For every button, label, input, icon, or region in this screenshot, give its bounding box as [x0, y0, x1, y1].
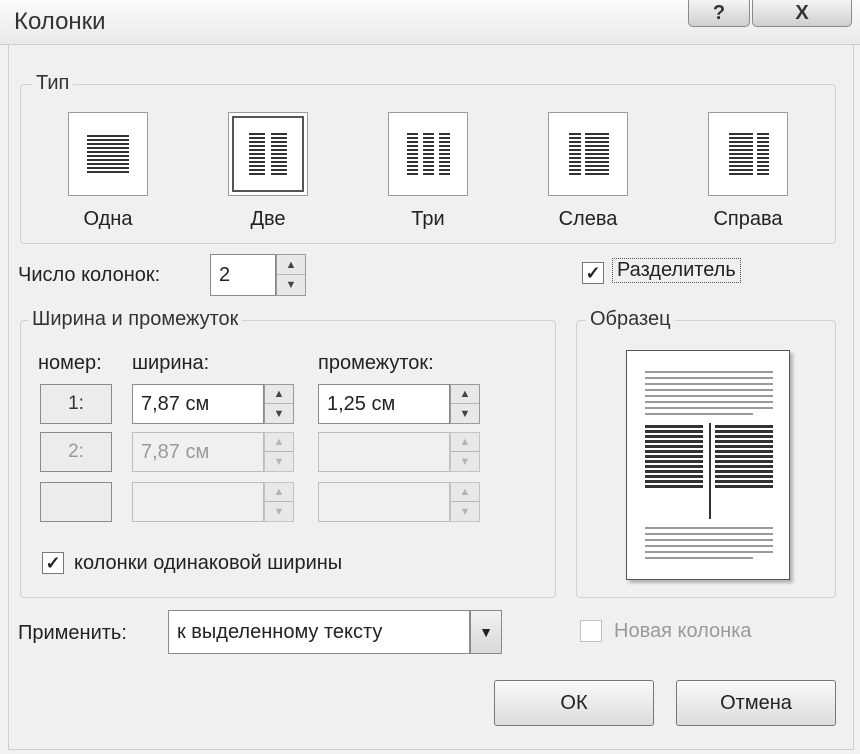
ok-button[interactable]: ОК [494, 680, 654, 726]
column-1-spacing-stepper[interactable]: ▲ ▼ [450, 384, 480, 424]
spin-up-icon: ▲ [265, 433, 293, 452]
preset-three-label: Три [411, 208, 445, 230]
new-column-label: Новая колонка [614, 620, 752, 642]
window-title: Колонки [14, 8, 106, 35]
columns-count-label: Число колонок: [18, 264, 161, 286]
preset-two-icon [249, 133, 265, 177]
spin-down-icon: ▼ [273, 505, 285, 518]
chevron-down-icon: ▼ [479, 624, 493, 640]
column-1-spacing-input[interactable]: 1,25 см [318, 384, 450, 424]
spin-down-icon[interactable]: ▼ [277, 275, 305, 295]
new-column-checkbox [580, 620, 602, 642]
column-3-spacing-stepper: ▲ ▼ [450, 482, 480, 522]
width-spacing-legend: Ширина и промежуток [28, 308, 243, 331]
help-icon: ? [712, 1, 726, 24]
spin-down-icon[interactable]: ▼ [265, 404, 293, 423]
columns-count-stepper[interactable]: ▲ ▼ [276, 254, 306, 296]
preset-three-icon [407, 133, 418, 177]
column-2-width-input: 7,87 см [132, 432, 264, 472]
separator-label: Разделитель [612, 258, 741, 283]
column-2-spacing-stepper: ▲ ▼ [450, 432, 480, 472]
sample-separator-line [709, 423, 711, 519]
number-header: номер: [38, 352, 102, 374]
spin-up-icon: ▲ [451, 483, 479, 502]
preset-left-label: Слева [558, 208, 618, 230]
equal-width-label: колонки одинаковой ширины [74, 552, 343, 574]
column-number-3 [40, 482, 112, 522]
column-number-1: 1: [40, 384, 112, 424]
preset-one[interactable] [68, 112, 148, 196]
column-3-width-input [132, 482, 264, 522]
spin-up-icon: ▲ [265, 483, 293, 502]
preset-one-icon [87, 135, 129, 175]
spin-up-icon[interactable]: ▲ [277, 255, 305, 275]
apply-dropdown-button[interactable]: ▼ [470, 610, 502, 654]
help-button[interactable]: ? [688, 0, 750, 27]
preset-left-icon [569, 133, 581, 177]
column-3-width-stepper: ▲ ▼ [264, 482, 294, 522]
spin-down-icon: ▼ [459, 455, 471, 468]
apply-select[interactable]: к выделенному тексту [168, 610, 470, 654]
columns-count-input[interactable]: 2 [210, 254, 276, 296]
spin-up-icon[interactable]: ▲ [265, 385, 293, 404]
spin-down-icon: ▼ [459, 505, 471, 518]
preset-right-label: Справа [713, 208, 783, 230]
preset-left[interactable] [548, 112, 628, 196]
column-2-width-stepper: ▲ ▼ [264, 432, 294, 472]
preset-right-icon [729, 133, 753, 177]
check-icon: ✓ [45, 552, 61, 573]
preset-one-label: Одна [83, 208, 133, 230]
column-1-width-input[interactable]: 7,87 см [132, 384, 264, 424]
apply-label: Применить: [18, 622, 127, 644]
column-3-spacing-input [318, 482, 450, 522]
column-number-2: 2: [40, 432, 112, 472]
equal-width-checkbox[interactable]: ✓ [42, 552, 64, 574]
spin-up-icon[interactable]: ▲ [451, 385, 479, 404]
sample-legend: Образец [586, 308, 675, 331]
spin-down-icon[interactable]: ▼ [451, 404, 479, 423]
column-1-width-stepper[interactable]: ▲ ▼ [264, 384, 294, 424]
close-button[interactable]: X [752, 0, 852, 27]
close-icon: X [795, 1, 809, 24]
cancel-button[interactable]: Отмена [676, 680, 836, 726]
sample-column-right [715, 425, 773, 489]
spin-down-icon: ▼ [273, 455, 285, 468]
type-group-legend: Тип [32, 72, 74, 95]
sample-column-left [645, 425, 703, 489]
column-2-spacing-input [318, 432, 450, 472]
preset-two-label: Две [250, 208, 286, 230]
spacing-header: промежуток: [318, 352, 434, 374]
separator-checkbox[interactable]: ✓ [582, 262, 604, 284]
width-header: ширина: [132, 352, 210, 374]
preset-right[interactable] [708, 112, 788, 196]
check-icon: ✓ [585, 262, 601, 283]
preset-three[interactable] [388, 112, 468, 196]
preset-two[interactable] [228, 112, 308, 196]
sample-preview [626, 350, 790, 580]
spin-up-icon: ▲ [451, 433, 479, 452]
